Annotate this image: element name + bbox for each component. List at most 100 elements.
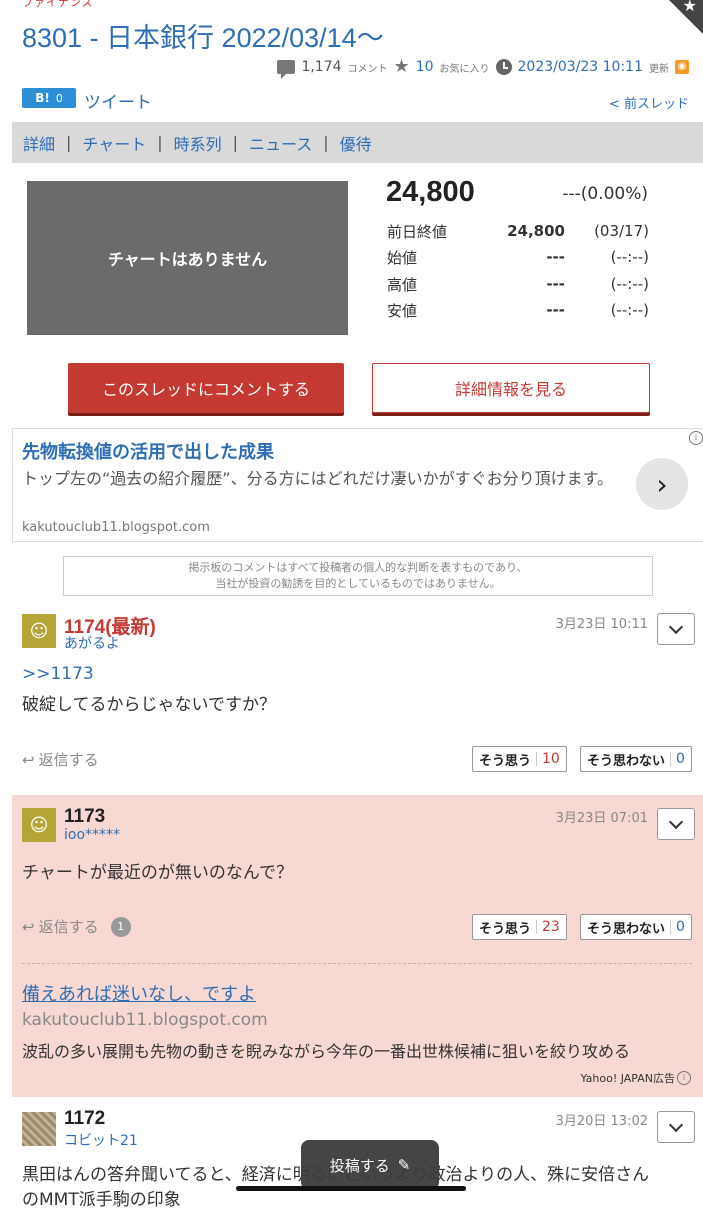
divider [22,963,692,964]
vote-divider [670,920,672,934]
floating-post-button[interactable]: 投稿する ✎ [301,1140,439,1190]
ad-body: 波乱の多い展開も先物の動きを睨みながら今年の一番出世株候補に狙いを絞り攻める [22,1042,631,1061]
home-indicator [236,1186,466,1191]
comment-number[interactable]: 1173 [64,806,105,828]
quote-value: --- [546,301,565,319]
prev-thread-link[interactable]: < 前スレッド [609,93,689,112]
stock-tabs: 詳細 | チャート | 時系列 | ニュース | 優待 [12,122,703,163]
quote-row-open: 始値 --- (--:--) [387,244,649,270]
quote-label: 前日終値 [387,222,448,241]
updated-label: 更新 [649,63,669,75]
ad-title[interactable]: 先物転換値の活用で出した成果 [22,438,274,464]
comment-menu-button[interactable] [657,808,695,840]
reply-anchor-link[interactable]: >>1173 [22,664,94,684]
quote-label: 始値 [387,248,418,267]
quote-label: 安値 [387,301,418,320]
page-title: 8301 - 日本銀行 2022/03/14〜 [22,23,384,53]
tweet-link[interactable]: ツイート [84,88,152,113]
ad-info-icon[interactable]: i [689,431,703,445]
tab-divider: | [232,133,239,152]
hatena-count: 0 [55,91,63,105]
disagree-button[interactable]: そう思わない 0 [580,746,692,772]
agree-button[interactable]: そう思う 23 [472,914,567,940]
agree-label: そう思う [479,921,532,937]
tab-news[interactable]: ニュース [249,131,312,155]
ad-url: kakutouclub11.blogspot.com [22,520,210,535]
agree-label: そう思う [479,753,532,769]
disagree-count: 0 [676,751,685,767]
tab-benefits[interactable]: 優待 [340,131,372,155]
star-icon: ★ [682,0,697,15]
ad-label[interactable]: Yahoo! JAPAN広告 i [580,1070,691,1086]
reply-icon: ↩ [22,917,35,936]
reply-button[interactable]: ↩ 返信する [22,749,99,770]
chevron-down-icon [668,1117,684,1132]
reply-count-badge: 1 [110,916,131,937]
favorite-count-unit: お気に入り [439,63,490,75]
post-button-label: 投稿する [329,1156,390,1175]
comment-text: チャートが最近のが無いのなんで？ [22,863,293,883]
comment-text: のMMT派手駒の印象 [22,1190,181,1210]
reply-label: 返信する [38,918,99,936]
price-change: ---(0.00%) [562,184,648,204]
comment-count: 1,174 [301,59,342,75]
disclaimer-box: 掲示板のコメントはすべて投稿者の個人的な判断を表すものであり、 当社が投資の勧誘… [63,556,653,596]
clock-icon [495,59,512,75]
quote-row-low: 安値 --- (--:--) [387,297,649,323]
comment-number[interactable]: 1172 [64,1108,105,1130]
agree-count: 10 [542,751,560,767]
comment-user[interactable]: コビット21 [64,1130,138,1150]
disagree-button[interactable]: そう思わない 0 [580,914,692,940]
updated-time: 2023/03/23 10:11 [517,59,644,75]
post-comment-button[interactable]: このスレッドにコメントする [68,363,344,413]
quote-time: (--:--) [610,275,649,293]
tab-details[interactable]: 詳細 [23,131,55,155]
tab-chart[interactable]: チャート [82,131,146,155]
reply-button[interactable]: ↩ 返信する 1 [22,916,131,937]
comment-icon [277,60,296,79]
comment-user[interactable]: あがるよ [64,633,120,653]
chevron-down-icon [668,814,684,829]
hatena-label: B! [35,91,50,105]
quote-time: (--:--) [610,248,649,266]
pencil-icon: ✎ [397,1156,411,1174]
quote-row-high: 高値 --- (--:--) [387,271,649,297]
chevron-right-icon[interactable]: › [636,458,688,510]
view-details-button[interactable]: 詳細情報を見る [372,363,650,413]
ad-info-icon[interactable]: i [677,1071,691,1085]
tab-timeseries[interactable]: 時系列 [174,131,222,155]
ad-title[interactable]: 備えあれば迷いなし、ですよ [22,980,256,1006]
quote-time: (--:--) [610,301,649,319]
quote-row-prev-close: 前日終値 24,800 (03/17) [387,218,649,244]
ad-url: kakutouclub11.blogspot.com [22,1010,268,1030]
ad-body: トップ左の“過去の紹介履歴”、分る方にはどれだけ凄いかがすぐお分り頂けます。 [22,469,613,488]
site-logo[interactable]: ファイナンス [22,0,94,9]
thread-meta: 1,174 コメント ★ 10 お気に入り 2023/03/23 10:11 更… [277,56,689,79]
comment-menu-button[interactable] [657,613,695,645]
disagree-label: そう思わない [587,921,666,937]
vote-divider [536,920,538,934]
disagree-count: 0 [676,919,685,935]
vote-divider [536,752,538,766]
current-price: 24,800 [386,176,475,208]
rss-icon[interactable]: ◉ [675,60,689,74]
avatar[interactable]: ☺ [22,614,56,648]
disclaimer-line: 当社が投資の勧誘を目的としているものではありません。 [215,577,501,590]
tab-divider: | [323,133,329,152]
comment-user[interactable]: ioo***** [64,827,120,843]
chevron-down-icon [668,619,684,634]
hatena-bookmark-button[interactable]: B! 0 [22,88,76,108]
tab-divider: | [66,133,72,152]
agree-count: 23 [542,919,560,935]
avatar[interactable] [22,1112,56,1146]
favorite-count[interactable]: 10 [416,59,434,75]
avatar[interactable]: ☺ [22,808,56,842]
star-icon: ★ [393,56,410,77]
chart-placeholder: チャートはありません [27,181,348,335]
quote-time: (03/17) [594,222,649,240]
comment-menu-button[interactable] [657,1111,695,1143]
reply-label: 返信する [38,751,99,769]
agree-button[interactable]: そう思う 10 [472,746,567,772]
disagree-label: そう思わない [587,753,666,769]
quote-value: --- [546,248,565,266]
